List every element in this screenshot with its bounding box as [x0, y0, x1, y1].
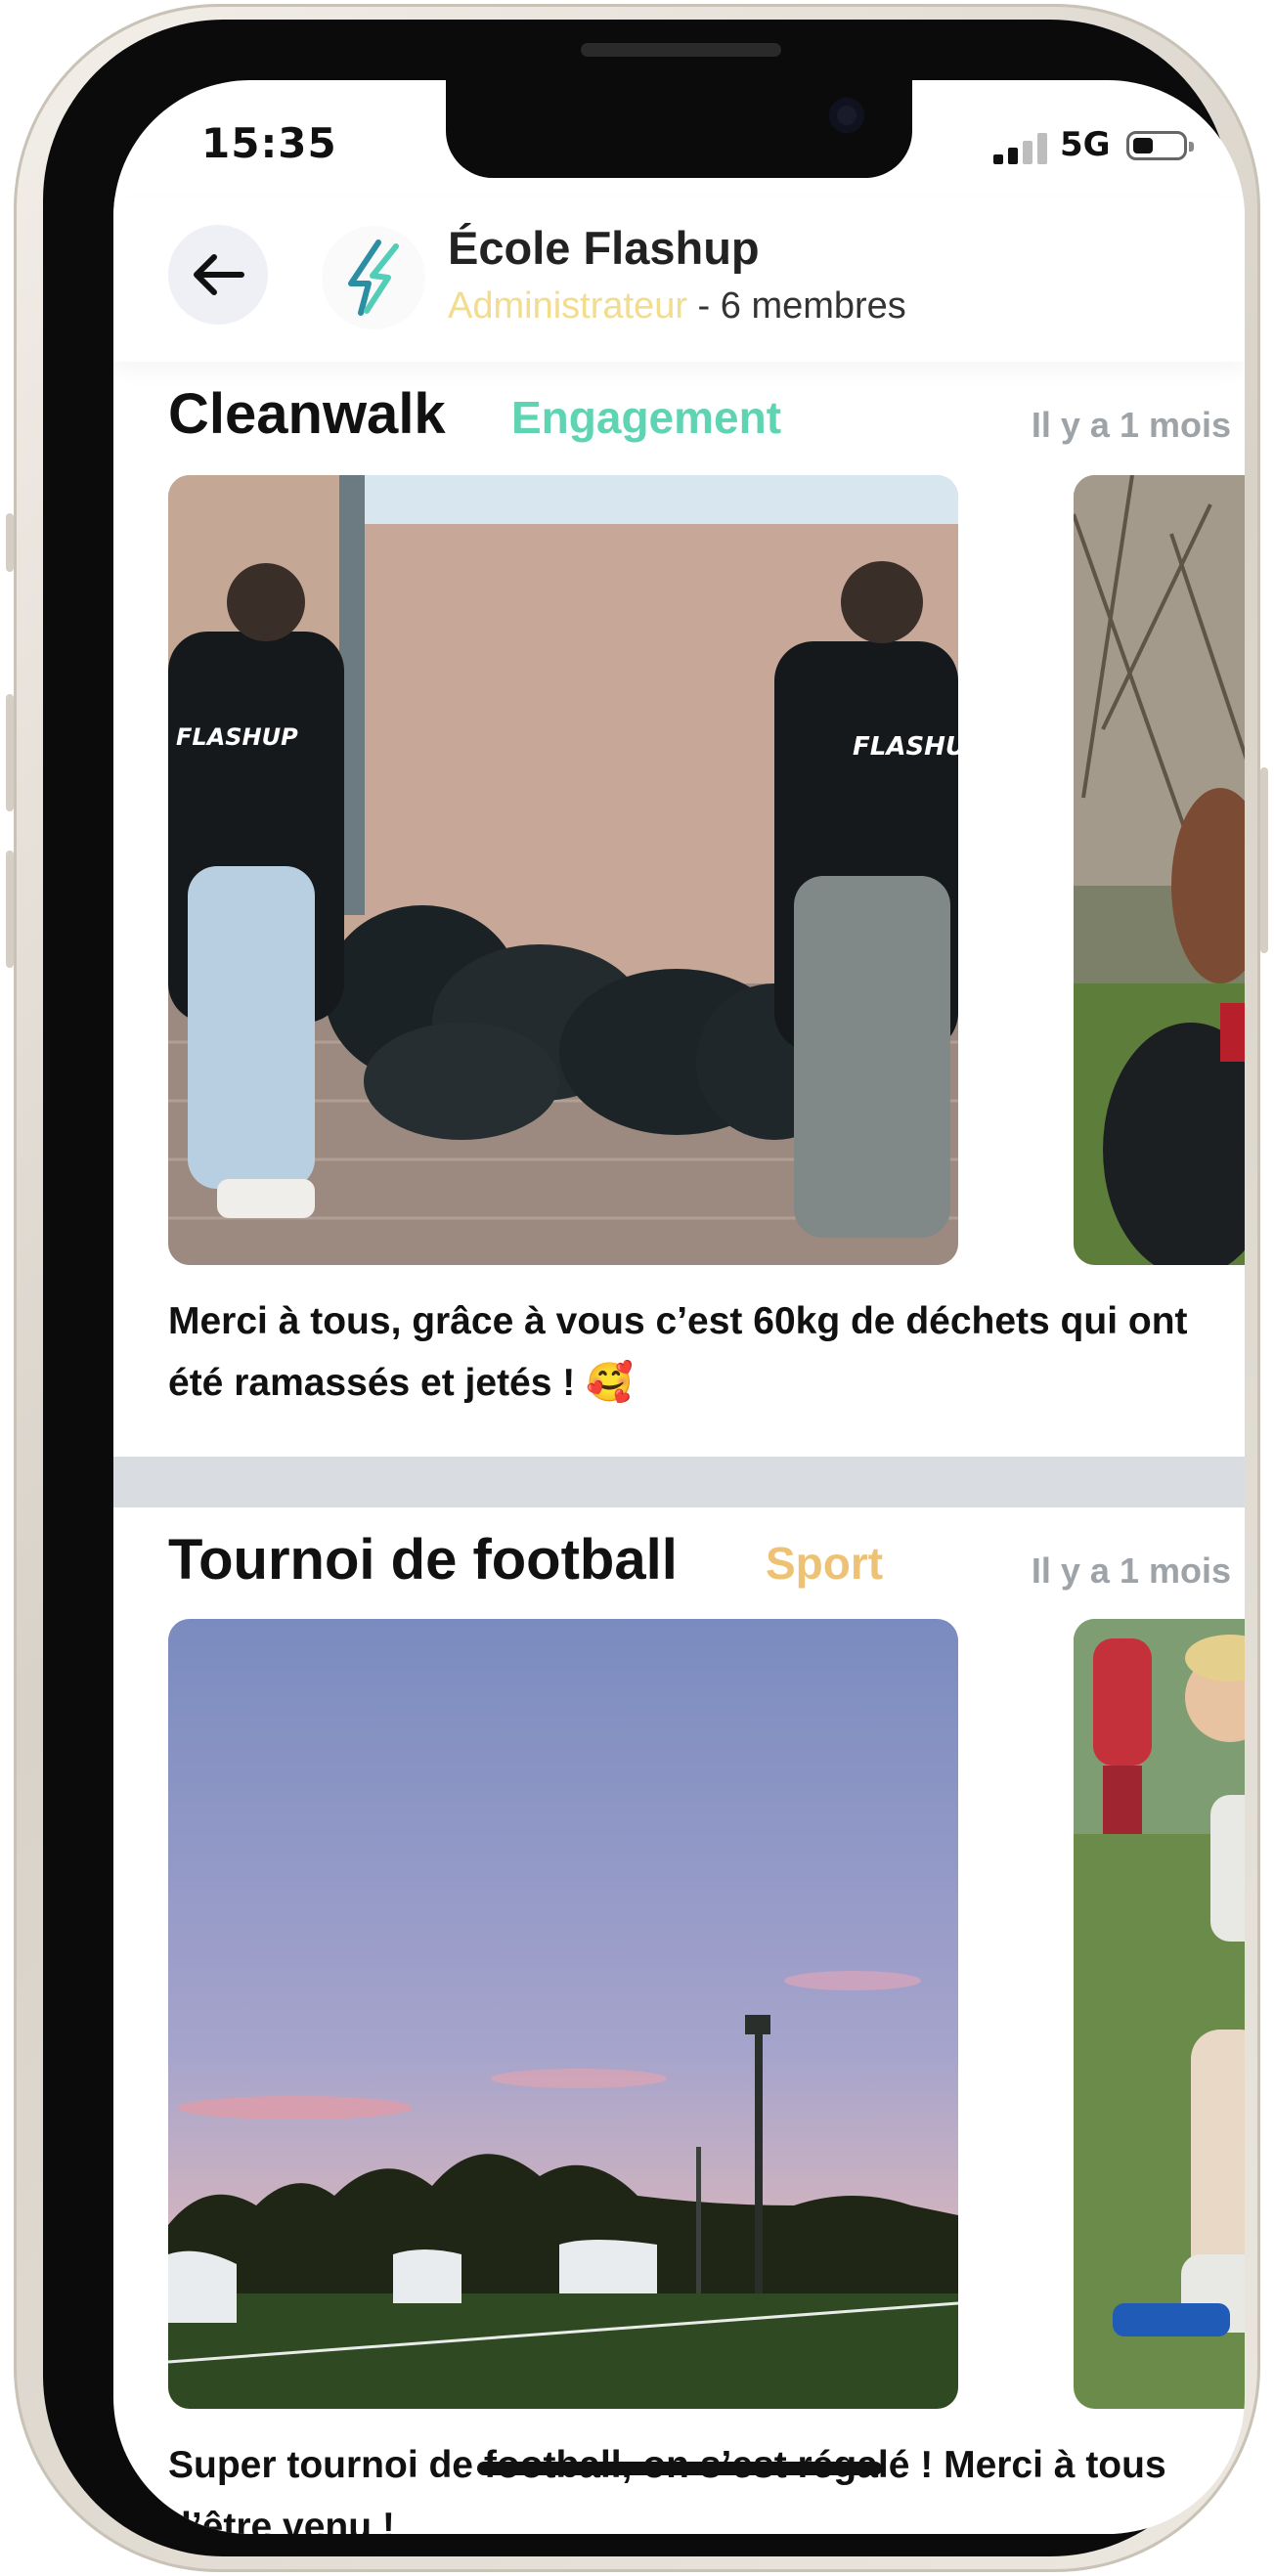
post-photo[interactable] [168, 1619, 958, 2409]
post-timestamp: Il y a 1 mois [1031, 405, 1231, 445]
home-indicator[interactable] [477, 2462, 882, 2475]
post-separator [113, 1457, 1245, 1507]
signal-icon [993, 133, 1047, 164]
members-count[interactable]: - 6 membres [687, 285, 906, 327]
role-label: Administrateur [448, 285, 687, 327]
phone-screen: 15:35 5G École Flashup Administrateur - … [113, 80, 1245, 2534]
group-logo[interactable] [322, 226, 425, 329]
phone-bezel: 15:35 5G École Flashup Administrateur - … [43, 20, 1245, 2556]
front-camera [829, 98, 864, 133]
group-name[interactable]: École Flashup [448, 221, 760, 275]
arrow-left-icon [194, 254, 244, 295]
flashup-bolt-logo [348, 240, 399, 316]
post-title: Tournoi de football [168, 1528, 678, 1592]
network-type: 5G [1060, 125, 1111, 164]
post-feed-2[interactable]: Tournoi de football Sport Il y a 1 mois [113, 1507, 1245, 2534]
post-card: Tournoi de football Sport Il y a 1 mois [113, 1507, 1245, 2534]
group-header: École Flashup Administrateur - 6 membres [113, 197, 1245, 362]
group-meta: Administrateur - 6 membres [448, 285, 906, 327]
status-time: 15:35 [201, 119, 337, 167]
post-card: Cleanwalk Engagement Il y a 1 mois FLASH… [113, 362, 1245, 1404]
silent-switch [6, 513, 14, 572]
phone-frame: 15:35 5G École Flashup Administrateur - … [14, 4, 1260, 2572]
svg-text:FLASHUP: FLASHUP [176, 723, 298, 751]
post-photo-next[interactable] [1074, 1619, 1245, 2409]
post-category: Sport [766, 1538, 884, 1589]
earpiece-speaker [581, 43, 781, 57]
post-title: Cleanwalk [168, 382, 446, 446]
battery-icon [1126, 131, 1194, 160]
post-feed[interactable]: Cleanwalk Engagement Il y a 1 mois FLASH… [113, 362, 1245, 1404]
post-caption: Merci à tous, grâce à vous c’est 60kg de… [168, 1300, 1188, 1404]
post-photo-next[interactable] [1074, 475, 1245, 1265]
power-button [1260, 767, 1268, 953]
svg-text:FLASHUP: FLASHUP [853, 732, 958, 762]
back-button[interactable] [168, 225, 268, 325]
notch [446, 80, 912, 178]
volume-down-button [6, 851, 14, 968]
post-caption: Super tournoi de football, on s’est réga… [168, 2444, 1166, 2534]
post-timestamp: Il y a 1 mois [1031, 1550, 1231, 1591]
post-photo[interactable]: FLASHUP FLASHUP [168, 475, 958, 1265]
volume-up-button [6, 694, 14, 811]
post-category: Engagement [511, 392, 782, 443]
